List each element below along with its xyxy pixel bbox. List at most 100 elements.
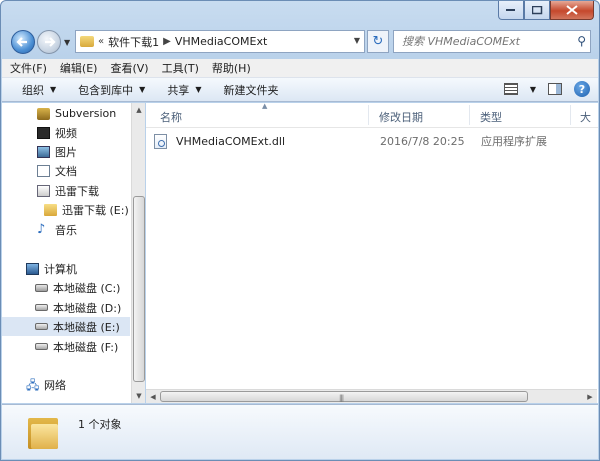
file-type: 应用程序扩展	[481, 135, 547, 148]
nav-item-documents[interactable]: 文档	[2, 161, 130, 180]
nav-item-label: 迅雷下载 (E:)	[62, 203, 129, 217]
scroll-down-arrow[interactable]: ▼	[132, 389, 146, 403]
nav-scrollbar[interactable]: ▲ ▼	[131, 103, 145, 403]
nav-item-drive-c[interactable]: 本地磁盘 (C:)	[2, 278, 130, 297]
menu-file[interactable]: 文件(F)	[10, 60, 47, 76]
minimize-button[interactable]	[498, 1, 524, 20]
chevron-down-icon: ▼	[195, 85, 202, 94]
menu-edit[interactable]: 编辑(E)	[60, 60, 98, 76]
new-folder-label: 新建文件夹	[223, 83, 279, 97]
nav-item-label: 视频	[55, 126, 77, 140]
close-icon	[566, 5, 578, 15]
overflow-chevron[interactable]: «	[98, 36, 104, 47]
breadcrumb-segment[interactable]: 软件下载1	[108, 34, 159, 50]
column-divider[interactable]	[368, 105, 369, 125]
forward-button[interactable]	[37, 30, 61, 54]
include-in-library-button[interactable]: 包含到库中 ▼	[78, 82, 145, 98]
organize-label: 组织	[22, 83, 44, 97]
chevron-down-icon[interactable]: ▼	[530, 85, 536, 94]
nav-item-label: 音乐	[55, 223, 77, 237]
menu-view[interactable]: 查看(V)	[110, 60, 148, 76]
share-button[interactable]: 共享 ▼	[167, 82, 201, 98]
video-icon	[37, 126, 50, 139]
share-label: 共享	[167, 83, 190, 97]
column-type[interactable]: 类型	[480, 109, 502, 125]
scroll-right-arrow[interactable]: ▶	[583, 390, 597, 404]
folder-large-icon	[28, 415, 58, 449]
item-count: 1 个对象	[78, 418, 122, 431]
scroll-up-arrow[interactable]: ▲	[132, 103, 146, 117]
computer-icon	[26, 262, 39, 275]
column-divider[interactable]	[570, 105, 571, 125]
column-name[interactable]: 名称	[160, 109, 182, 125]
column-divider[interactable]	[469, 105, 470, 125]
file-name: VHMediaCOMExt.dll	[176, 134, 286, 148]
nav-item-xunlei-download[interactable]: 迅雷下载	[2, 181, 130, 200]
preview-pane-icon[interactable]	[548, 83, 562, 95]
nav-item-computer[interactable]: 计算机	[2, 259, 130, 278]
folder-icon	[44, 203, 57, 216]
forward-arrow-icon	[45, 37, 56, 47]
menu-help[interactable]: 帮助(H)	[212, 60, 251, 76]
nav-item-network[interactable]: 🖧 网络	[2, 375, 130, 394]
drive-icon	[35, 343, 48, 350]
chevron-down-icon: ▼	[139, 85, 146, 94]
nav-item-drive-e[interactable]: 本地磁盘 (E:)	[2, 317, 130, 336]
back-button[interactable]	[11, 30, 35, 54]
nav-item-label: 文档	[55, 164, 77, 178]
nav-item-music[interactable]: ♪ 音乐	[2, 220, 130, 239]
pictures-icon	[37, 145, 50, 158]
download-icon	[37, 184, 50, 197]
sort-ascending-icon: ▲	[262, 102, 268, 110]
help-icon[interactable]: ?	[574, 81, 590, 97]
search-icon[interactable]: ⚲	[577, 34, 586, 48]
menu-tools[interactable]: 工具(T)	[162, 60, 199, 76]
organize-button[interactable]: 组织 ▼	[22, 82, 56, 98]
scroll-thumb[interactable]	[133, 196, 145, 382]
search-box[interactable]: ⚲	[393, 30, 591, 53]
address-dropdown-icon[interactable]: ▼	[354, 36, 360, 45]
column-modified[interactable]: 修改日期	[379, 109, 423, 125]
chevron-right-icon[interactable]: ▶	[163, 36, 171, 47]
details-pane: 1 个对象	[2, 404, 598, 459]
nav-item-label: 迅雷下载	[55, 184, 99, 198]
minimize-icon	[506, 9, 515, 11]
nav-item-drive-d[interactable]: 本地磁盘 (D:)	[2, 298, 130, 317]
refresh-button[interactable]: ↻	[367, 30, 389, 53]
address-bar[interactable]: « 软件下载1 ▶ VHMediaCOMExt ▼	[75, 30, 365, 53]
view-controls: ▼ ?	[503, 81, 590, 97]
documents-icon	[37, 164, 50, 177]
file-row[interactable]: VHMediaCOMExt.dll 2016/7/8 20:25 应用程序扩展	[154, 131, 594, 151]
change-view-icon[interactable]	[503, 83, 518, 95]
caption-buttons	[498, 1, 594, 21]
column-header-row: ▲ 名称 修改日期 类型 大	[146, 102, 598, 128]
scroll-left-arrow[interactable]: ◀	[146, 390, 160, 404]
address-row: ▼ « 软件下载1 ▶ VHMediaCOMExt ▼ ↻ ⚲	[9, 28, 591, 56]
search-input[interactable]	[402, 35, 572, 48]
file-modified: 2016/7/8 20:25	[380, 134, 465, 148]
subversion-icon	[37, 107, 50, 120]
maximize-button[interactable]	[524, 1, 550, 20]
horizontal-scrollbar[interactable]: ◀ ||| ▶	[146, 389, 597, 403]
nav-item-subversion[interactable]: Subversion	[2, 104, 130, 123]
nav-item-xunlei-e[interactable]: 迅雷下载 (E:)	[2, 200, 130, 219]
nav-item-label: 本地磁盘 (C:)	[53, 281, 121, 295]
column-size[interactable]: 大	[580, 109, 591, 125]
command-bar: 组织 ▼ 包含到库中 ▼ 共享 ▼ 新建文件夹 ▼ ?	[2, 78, 598, 102]
recent-pages-dropdown[interactable]: ▼	[64, 38, 70, 47]
nav-item-label: 本地磁盘 (E:)	[53, 320, 120, 334]
nav-item-videos[interactable]: 视频	[2, 123, 130, 142]
nav-item-label: Subversion	[55, 107, 117, 120]
new-folder-button[interactable]: 新建文件夹	[223, 82, 278, 98]
nav-item-drive-f[interactable]: 本地磁盘 (F:)	[2, 337, 130, 356]
scroll-thumb[interactable]: |||	[160, 391, 528, 402]
close-button[interactable]	[550, 1, 594, 20]
dll-file-icon	[154, 133, 167, 149]
system-drive-icon	[35, 283, 48, 292]
music-icon: ♪	[37, 221, 46, 237]
breadcrumb-segment[interactable]: VHMediaCOMExt	[175, 35, 267, 48]
drive-icon	[35, 304, 48, 311]
nav-item-pictures[interactable]: 图片	[2, 142, 130, 161]
drive-icon	[35, 323, 48, 330]
folder-icon	[80, 36, 94, 47]
